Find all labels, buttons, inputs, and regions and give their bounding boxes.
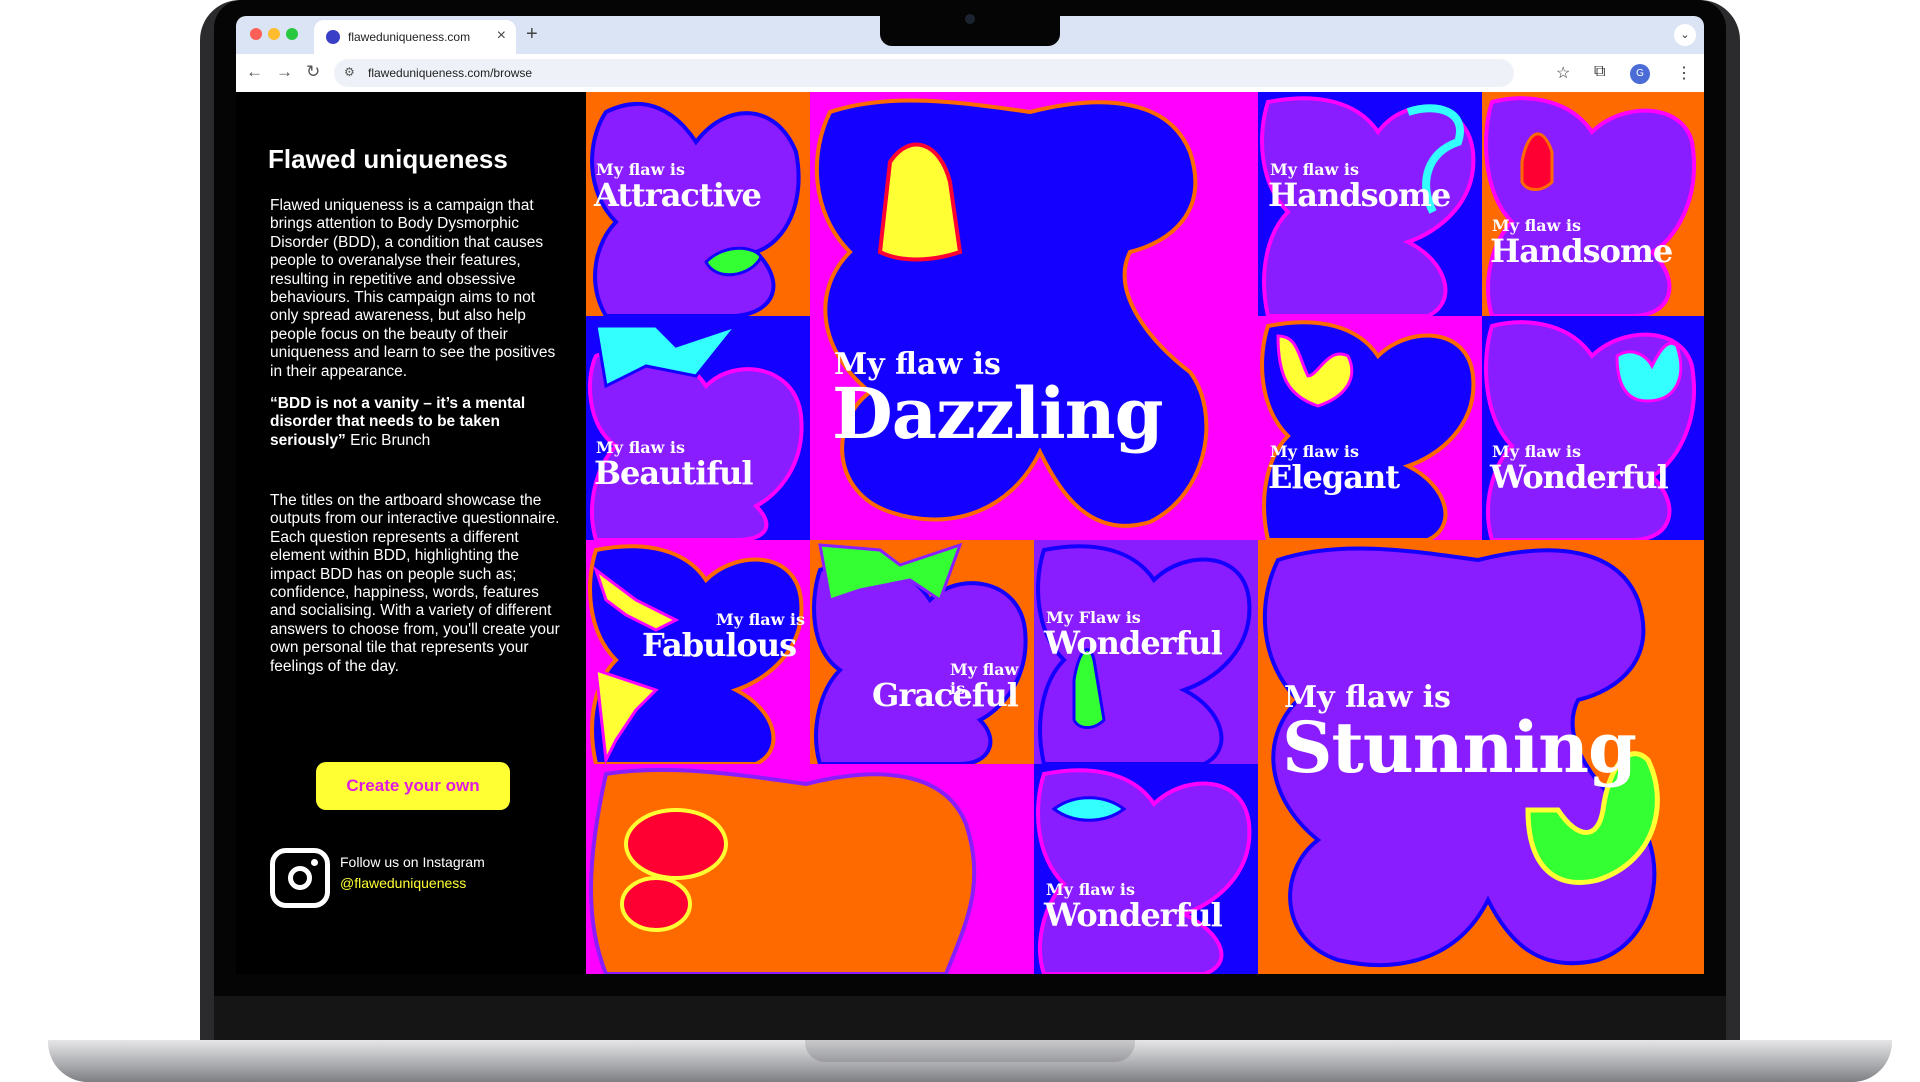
close-window-button[interactable]	[250, 28, 262, 40]
quote: “BDD is not a vanity – it’s a mental dis…	[270, 395, 540, 450]
instagram-handle-link[interactable]: @flaweduniqueness	[340, 875, 466, 891]
tile-attractive[interactable]: My flaw is Attractive	[586, 92, 810, 316]
tile-word: Handsome	[1490, 232, 1673, 270]
tile-word: Attractive	[594, 176, 762, 214]
tile-word: Wonderful	[1044, 624, 1223, 662]
tile-shapes	[1260, 320, 1476, 540]
quote-author: Eric Brunch	[345, 431, 431, 449]
reload-icon[interactable]: ↻	[306, 62, 320, 82]
tile-wonderful-1[interactable]: My flaw is Wonderful	[1482, 316, 1704, 540]
tile-handsome-2[interactable]: My flaw is Handsome	[1482, 92, 1704, 316]
new-tab-icon[interactable]: +	[526, 23, 538, 46]
tile-wonderful-2[interactable]: My Flaw is Wonderful	[1034, 540, 1258, 764]
instagram-lens	[288, 866, 312, 890]
tile-shapes	[1036, 768, 1252, 974]
tile-beautiful[interactable]: My flaw is Beautiful	[586, 316, 810, 540]
tile-word: Beautiful	[594, 454, 754, 492]
tile-graceful[interactable]: My flaw is Graceful	[810, 540, 1034, 764]
instagram-dot	[311, 859, 318, 866]
maximize-window-button[interactable]	[286, 28, 298, 40]
tile-shapes	[588, 322, 804, 540]
bookmark-star-icon[interactable]: ☆	[1556, 63, 1570, 83]
tile-word: Handsome	[1268, 176, 1451, 214]
profile-avatar[interactable]: G	[1630, 64, 1650, 84]
laptop-chin	[214, 996, 1726, 1040]
browser-window: flaweduniqueness.com × + ⌄ ← → ↻ ⚙ flawe…	[236, 16, 1704, 974]
instagram-icon[interactable]	[270, 848, 330, 908]
tile-stunning[interactable]: My flaw is Stunning	[1258, 540, 1704, 974]
laptop-scene: flaweduniqueness.com × + ⌄ ← → ↻ ⚙ flawe…	[0, 0, 1920, 1082]
tile-shapes	[812, 542, 1028, 764]
tile-word: Wonderful	[1044, 896, 1223, 934]
tile-wonderful-3[interactable]: My flaw is Wonderful	[1034, 764, 1258, 974]
camera-icon	[965, 14, 975, 24]
site-favicon-icon	[326, 30, 340, 44]
laptop-base-notch	[805, 1040, 1135, 1062]
tile-word: Wonderful	[1490, 458, 1669, 496]
tile-fabulous[interactable]: My flaw is Fabulous	[586, 540, 810, 764]
tile-dazzling[interactable]: My flaw is Dazzling	[810, 92, 1258, 540]
artboard-grid: My flaw is Attractive My flaw is Dazzlin…	[586, 92, 1704, 974]
site-info-icon[interactable]: ⚙	[344, 65, 355, 79]
more-menu-icon[interactable]: ⋮	[1676, 63, 1692, 83]
tile-word: Elegant	[1268, 458, 1400, 496]
tile-shapes	[1484, 96, 1696, 316]
address-bar[interactable]: ⚙ flaweduniqueness.com/browse	[334, 59, 1514, 87]
tile-word: Graceful	[872, 676, 1019, 714]
tile-handsome-1[interactable]: My flaw is Handsome	[1258, 92, 1482, 316]
info-sidebar: Flawed uniqueness Flawed uniqueness is a…	[236, 92, 586, 974]
tile-shapes	[814, 98, 1209, 528]
forward-arrow-icon[interactable]: →	[276, 62, 293, 82]
tab-title: flaweduniqueness.com	[348, 30, 471, 44]
tile-shapes	[589, 767, 977, 974]
tile-lips[interactable]	[586, 764, 1034, 974]
page-title: Flawed uniqueness	[268, 144, 508, 174]
minimize-window-button[interactable]	[268, 28, 280, 40]
instagram-follow-text: Follow us on Instagram	[340, 854, 485, 870]
browser-toolbar: ← → ↻ ⚙ flaweduniqueness.com/browse ☆ ⧉ …	[236, 54, 1704, 92]
tab-search-icon[interactable]: ⌄	[1674, 24, 1696, 46]
browser-tab[interactable]: flaweduniqueness.com ×	[314, 20, 516, 54]
back-arrow-icon[interactable]: ←	[246, 62, 263, 82]
extensions-icon[interactable]: ⧉	[1594, 63, 1605, 81]
tile-word: Dazzling	[832, 372, 1164, 455]
tile-word: Stunning	[1282, 706, 1637, 789]
url-text[interactable]: flaweduniqueness.com/browse	[368, 66, 532, 80]
artboard-description: The titles on the artboard showcase the …	[270, 492, 560, 675]
create-your-own-button[interactable]: Create your own	[316, 762, 510, 810]
tile-word: Fabulous	[642, 626, 797, 664]
campaign-description: Flawed uniqueness is a campaign that bri…	[270, 197, 556, 380]
tile-shapes	[1484, 320, 1696, 540]
close-tab-icon[interactable]: ×	[497, 27, 506, 45]
tile-elegant[interactable]: My flaw is Elegant	[1258, 316, 1482, 540]
